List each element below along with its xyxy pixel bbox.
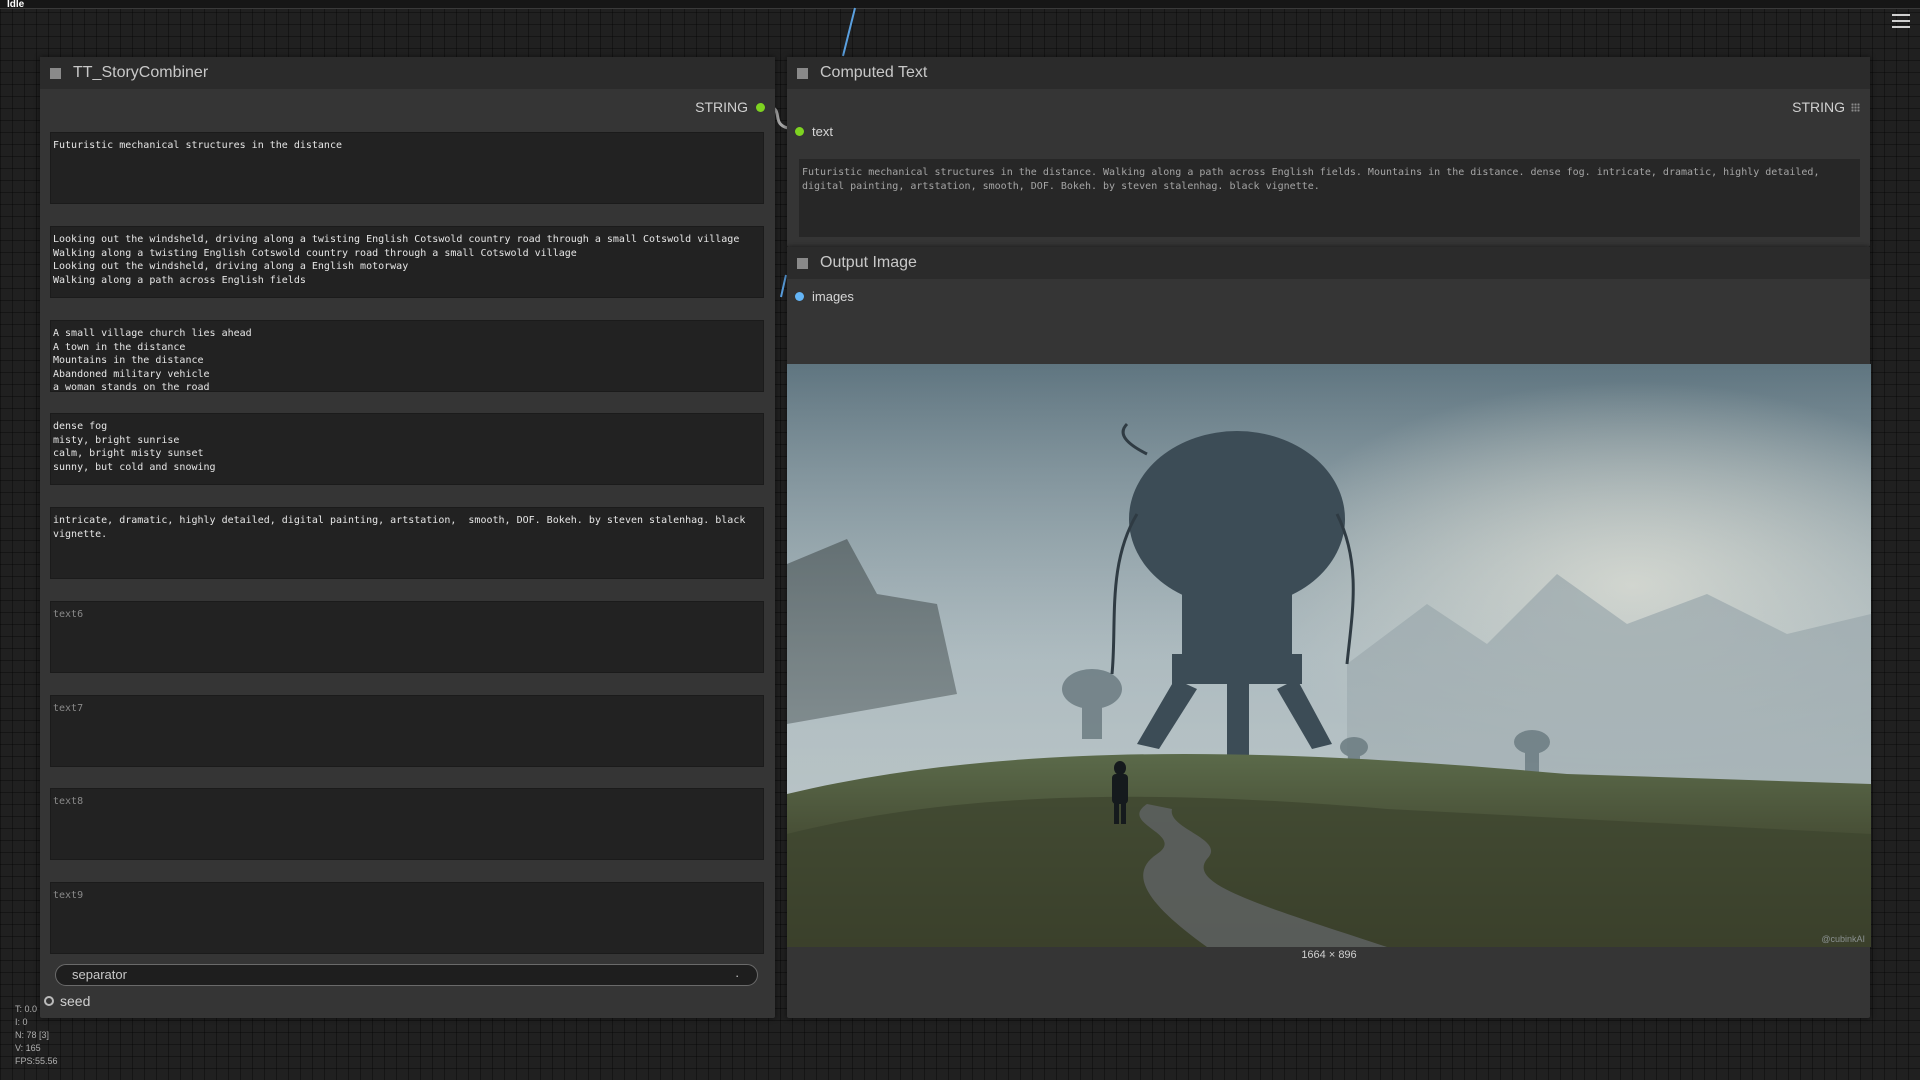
text-field-9[interactable]: text9 <box>50 882 764 954</box>
computed-text-value: Futuristic mechanical structures in the … <box>799 159 1860 237</box>
separator-widget[interactable]: separator . <box>55 964 758 986</box>
node-title-bar[interactable]: Computed Text <box>787 57 1870 89</box>
input-label: images <box>812 289 854 304</box>
grid-output-icon[interactable] <box>1851 102 1860 112</box>
separator-label: separator <box>72 967 127 982</box>
text-field-1[interactable]: Futuristic mechanical structures in the … <box>50 132 764 204</box>
node-title: Output Image <box>820 254 917 271</box>
generated-landscape-image: @cubinkAI <box>787 364 1871 947</box>
collapse-icon[interactable] <box>797 67 808 79</box>
stat-nodes: N: 78 [3] <box>15 1030 50 1040</box>
output-slot-string[interactable]: STRING <box>1792 99 1860 115</box>
input-slot-text[interactable]: text <box>795 124 833 139</box>
collapse-icon[interactable] <box>797 257 808 269</box>
text-field-2[interactable]: Looking out the windsheld, driving along… <box>50 226 764 298</box>
input-dot-icon[interactable] <box>795 292 804 301</box>
stat-index: I: 0 <box>15 1017 28 1027</box>
output-label: STRING <box>695 99 748 115</box>
node-title-bar[interactable]: Output Image <box>787 247 1870 279</box>
seed-label: seed <box>60 993 91 1009</box>
node-title-bar[interactable]: TT_StoryCombiner <box>40 57 775 89</box>
text-field-3[interactable]: A small village church lies ahead A town… <box>50 320 764 392</box>
computed-text-node[interactable]: Computed Text STRING text Futuristic mec… <box>787 57 1870 247</box>
stat-vertices: V: 165 <box>15 1043 41 1053</box>
image-dimensions: 1664 × 896 <box>1301 949 1357 961</box>
input-slot-images[interactable]: images <box>795 289 854 304</box>
text-field-7[interactable]: text7 <box>50 695 764 767</box>
output-image-node[interactable]: Output Image images @cubinkAI 1664 × 896 <box>787 247 1871 1018</box>
separator-value: . <box>735 965 739 980</box>
collapse-icon[interactable] <box>50 67 61 79</box>
output-image[interactable]: @cubinkAI <box>787 364 1871 947</box>
link-top <box>842 7 856 57</box>
output-dot-icon[interactable] <box>756 102 765 112</box>
node-title: Computed Text <box>820 64 928 81</box>
stat-fps: FPS:55.56 <box>15 1056 58 1066</box>
text-field-5[interactable]: intricate, dramatic, highly detailed, di… <box>50 507 764 579</box>
output-slot-string[interactable]: STRING <box>695 99 765 115</box>
node-title: TT_StoryCombiner <box>73 64 209 81</box>
text-field-4[interactable]: dense fog misty, bright sunrise calm, br… <box>50 413 764 485</box>
output-label: STRING <box>1792 99 1845 115</box>
text-field-8[interactable]: text8 <box>50 788 764 860</box>
canvas-stats: T: 0.0 I: 0 N: 78 [3] V: 165 FPS:55.56 <box>15 1003 58 1068</box>
text-field-6[interactable]: text6 <box>50 601 764 673</box>
image-watermark: @cubinkAI <box>1821 934 1865 944</box>
input-label: text <box>812 124 833 139</box>
stat-time: T: 0.0 <box>15 1004 38 1014</box>
story-combiner-node[interactable]: TT_StoryCombiner STRING Futuristic mecha… <box>40 57 775 1018</box>
input-dot-icon[interactable] <box>795 127 804 136</box>
link-image <box>780 274 787 298</box>
